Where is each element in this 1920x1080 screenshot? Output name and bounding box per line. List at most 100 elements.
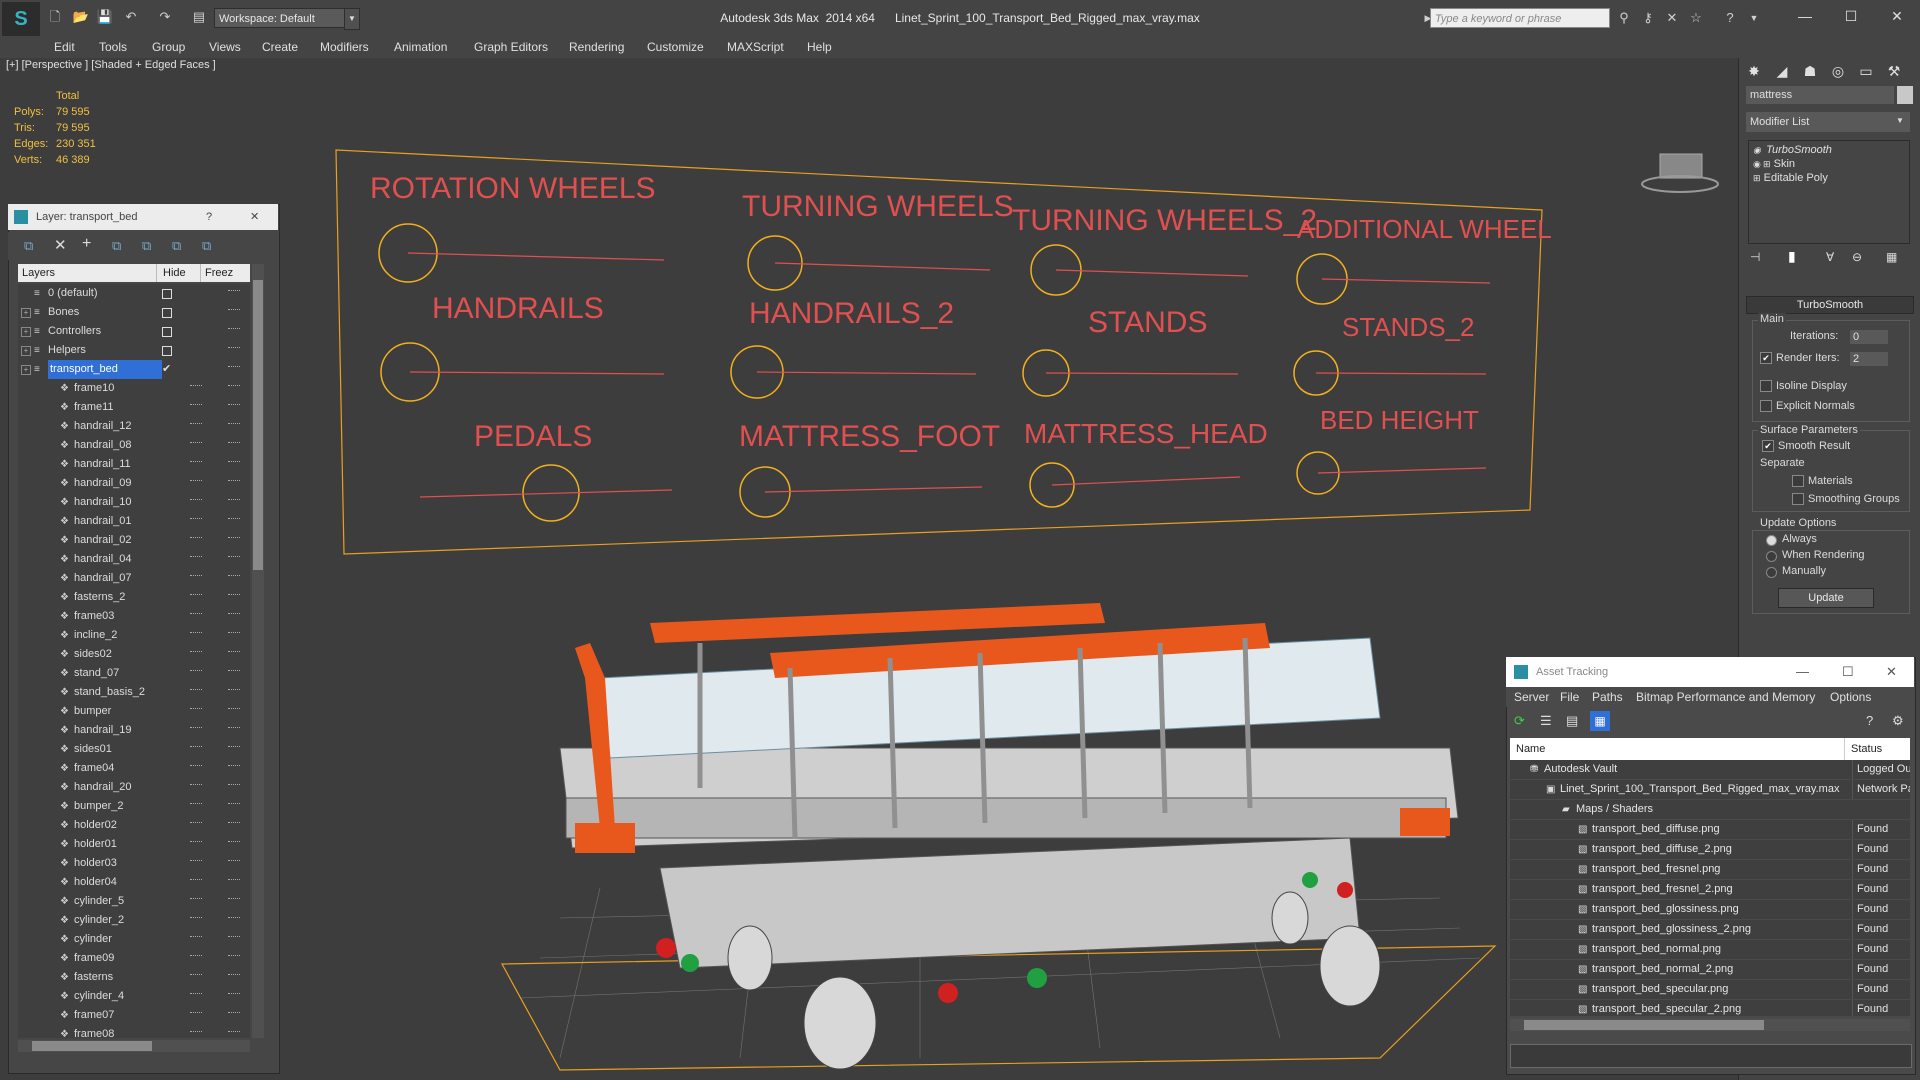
layer-row[interactable]: ❖ handrail_12 (18, 417, 250, 436)
hide-toggle-icon[interactable] (162, 327, 172, 337)
asset-row[interactable]: ▧ transport_bed_normal_2.png Found (1510, 960, 1910, 980)
remove-modifier-icon[interactable]: ⊖ (1852, 250, 1862, 264)
layer-name[interactable]: handrail_19 (74, 721, 132, 740)
layer-name[interactable]: handrail_20 (74, 778, 132, 797)
layer-row[interactable]: ❖ fasterns (18, 968, 250, 987)
smoothing-groups-checkbox[interactable] (1792, 493, 1804, 505)
minimize-button[interactable]: — (1782, 4, 1828, 28)
freeze-toggle-icon[interactable] (228, 442, 240, 445)
layer-name[interactable]: sides01 (74, 740, 112, 759)
layer-name[interactable]: handrail_12 (74, 417, 132, 436)
freeze-toggle-icon[interactable] (228, 746, 240, 749)
layer-name[interactable]: stand_basis_2 (74, 683, 145, 702)
asset-row[interactable]: ▧ transport_bed_glossiness.png Found (1510, 900, 1910, 920)
hide-toggle-icon[interactable] (190, 575, 202, 578)
hide-toggle-icon[interactable] (190, 594, 202, 597)
freeze-toggle-icon[interactable] (228, 594, 240, 597)
asset-row[interactable]: ▧ transport_bed_fresnel.png Found (1510, 860, 1910, 880)
layer-row[interactable]: ❖ frame10 (18, 379, 250, 398)
expand-toggle-icon[interactable]: + (21, 308, 31, 318)
col-status[interactable]: Status (1844, 738, 1882, 760)
hide-toggle-icon[interactable] (190, 974, 202, 977)
freeze-toggle-icon[interactable] (228, 955, 240, 958)
hide-toggle-icon[interactable] (190, 879, 202, 882)
materials-checkbox[interactable] (1792, 475, 1804, 487)
freeze-toggle-icon[interactable] (228, 651, 240, 654)
hide-toggle-icon[interactable] (190, 803, 202, 806)
layer-name[interactable]: handrail_04 (74, 550, 132, 569)
layer-row[interactable]: ❖ handrail_11 (18, 455, 250, 474)
layer-name[interactable]: Controllers (48, 322, 101, 341)
freeze-toggle-icon[interactable] (228, 822, 240, 825)
asset-menu-paths[interactable]: Paths (1592, 689, 1623, 705)
asset-menu-bitmap-performance[interactable]: Bitmap Performance and Memory (1636, 689, 1815, 705)
layer-name[interactable]: frame11 (74, 398, 114, 417)
layer-row[interactable]: ❖ frame11 (18, 398, 250, 417)
render-iters-spinner[interactable]: 2 (1850, 352, 1888, 366)
freeze-toggle-icon[interactable] (228, 993, 240, 996)
hide-toggle-icon[interactable] (190, 746, 202, 749)
freeze-toggle-icon[interactable] (228, 917, 240, 920)
explicit-normals-checkbox[interactable] (1760, 400, 1772, 412)
bulb-icon[interactable]: ◉ (1753, 143, 1763, 157)
isoline-checkbox[interactable] (1760, 380, 1772, 392)
hide-toggle-icon[interactable] (190, 480, 202, 483)
layer-name[interactable]: holder01 (74, 835, 117, 854)
chevron-down-icon[interactable]: ▼ (1896, 116, 1904, 125)
layer-row[interactable]: ❖ cylinder (18, 930, 250, 949)
layer-row[interactable]: ❖ holder02 (18, 816, 250, 835)
layer-row[interactable]: ❖ handrail_10 (18, 493, 250, 512)
layer-row[interactable]: ❖ cylinder_5 (18, 892, 250, 911)
freeze-toggle-icon[interactable] (228, 632, 240, 635)
layer-name[interactable]: handrail_01 (74, 512, 132, 531)
configure-sets-icon[interactable]: ▦ (1886, 250, 1897, 264)
layer-row[interactable]: ❖ frame08 (18, 1025, 250, 1038)
hide-toggle-icon[interactable] (190, 670, 202, 673)
layer-row[interactable]: ❖ frame09 (18, 949, 250, 968)
layer-row[interactable]: ❖ handrail_07 (18, 569, 250, 588)
layer-row[interactable]: ❖ frame07 (18, 1006, 250, 1025)
asset-row[interactable]: ▧ transport_bed_diffuse_2.png Found (1510, 840, 1910, 860)
turbosmooth-rollout-title[interactable]: TurboSmooth (1746, 296, 1914, 314)
layer-name[interactable]: bumper_2 (74, 797, 124, 816)
maximize-button[interactable]: ☐ (1828, 4, 1874, 28)
asset-row[interactable]: ▧ transport_bed_specular.png Found (1510, 980, 1910, 1000)
highlight-layer-icon[interactable]: ⧉ (172, 238, 181, 254)
freeze-toggle-icon[interactable] (228, 537, 240, 540)
layer-name[interactable]: handrail_02 (74, 531, 132, 550)
layer-panel-titlebar[interactable]: Layer: transport_bed ? ✕ (8, 204, 278, 230)
layer-row[interactable]: ❖ cylinder_2 (18, 911, 250, 930)
set-current-layer-icon[interactable]: ⧉ (202, 238, 211, 254)
layer-hscroll-thumb[interactable] (32, 1041, 152, 1051)
update-button[interactable]: Update (1778, 588, 1874, 608)
freeze-toggle-icon[interactable] (228, 708, 240, 711)
freeze-toggle-icon[interactable] (228, 309, 240, 312)
freeze-toggle-icon[interactable] (228, 404, 240, 407)
object-color-swatch[interactable] (1897, 86, 1913, 104)
layer-name[interactable]: frame10 (74, 379, 114, 398)
hide-toggle-icon[interactable] (190, 727, 202, 730)
layer-name[interactable]: transport_bed (48, 360, 162, 379)
modify-tab-icon[interactable]: ◢ (1770, 60, 1794, 82)
hide-toggle-icon[interactable] (190, 442, 202, 445)
layer-row[interactable]: ❖ frame04 (18, 759, 250, 778)
freeze-toggle-icon[interactable] (228, 366, 240, 369)
layer-row[interactable]: ❖ stand_07 (18, 664, 250, 683)
asset-minimize-button[interactable]: — (1796, 657, 1809, 687)
layer-name[interactable]: Helpers (48, 341, 86, 360)
layer-row[interactable]: ❖ handrail_01 (18, 512, 250, 531)
layer-row[interactable]: ❖ handrail_09 (18, 474, 250, 493)
freeze-toggle-icon[interactable] (228, 575, 240, 578)
bulb-icon[interactable]: ◉ (1753, 157, 1763, 171)
col-layers[interactable]: Layers (22, 264, 55, 282)
freeze-toggle-icon[interactable] (228, 936, 240, 939)
hide-toggle-icon[interactable] (190, 860, 202, 863)
layer-name[interactable]: frame09 (74, 949, 114, 968)
delete-layer-icon[interactable]: ✕ (54, 236, 67, 254)
asset-row[interactable]: ▧ transport_bed_fresnel_2.png Found (1510, 880, 1910, 900)
hide-toggle-icon[interactable] (162, 346, 172, 356)
layer-help-button[interactable]: ? (206, 204, 212, 230)
layer-row[interactable]: ❖ holder04 (18, 873, 250, 892)
layer-row[interactable]: ❖ bumper (18, 702, 250, 721)
layer-name[interactable]: holder03 (74, 854, 117, 873)
